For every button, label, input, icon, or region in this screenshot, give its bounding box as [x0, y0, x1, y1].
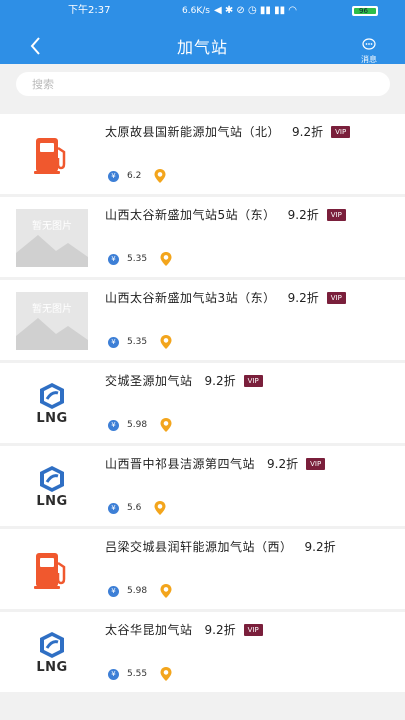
discount-label: 9.2折: [287, 208, 319, 222]
page-title: 加气站: [176, 38, 228, 57]
station-name: 交城圣源加气站: [105, 374, 193, 388]
search-bar: [0, 64, 405, 106]
station-info: 太谷华昆加气站 9.2折 VIP: [105, 621, 397, 639]
price-row: ¥5.55: [108, 666, 173, 682]
fuel-pump-icon: [34, 553, 66, 589]
vip-badge: VIP: [331, 126, 351, 138]
discount-label: 9.2折: [204, 374, 236, 388]
discount-label: 9.2折: [204, 623, 236, 637]
no-image-text: 暂无图片: [32, 221, 72, 232]
station-info: 太原故县国新能源加气站（北） 9.2折 VIP: [105, 123, 397, 141]
station-info: 交城圣源加气站 9.2折 VIP: [105, 372, 397, 390]
vip-badge: VIP: [326, 292, 346, 304]
message-button[interactable]: 消息: [354, 36, 384, 64]
discount-label: 9.2折: [304, 540, 336, 554]
vip-badge: VIP: [243, 375, 263, 387]
station-price: 5.6: [127, 503, 142, 513]
location-pin-icon[interactable]: [159, 666, 173, 682]
status-icons: ◀ ✱ ⊘ ◷ ▮▮ ▮▮ ◠: [214, 5, 297, 16]
yen-icon: ¥: [108, 336, 119, 348]
search-input[interactable]: [16, 72, 390, 96]
location-pin-icon[interactable]: [159, 334, 173, 350]
station-info: 山西晋中祁县洁源第四气站 9.2折 VIP: [105, 455, 397, 473]
station-price: 5.55: [127, 669, 148, 679]
lng-logo-icon: [40, 632, 64, 658]
station-name: 太谷华昆加气站: [105, 623, 193, 637]
yen-icon: ¥: [108, 253, 119, 265]
station-list-item[interactable]: 太原故县国新能源加气站（北） 9.2折 VIP ¥6.2: [0, 114, 405, 194]
station-list-item[interactable]: LNG 太谷华昆加气站 9.2折 VIP ¥5.55: [0, 612, 405, 692]
location-pin-icon[interactable]: [159, 583, 173, 599]
vip-badge: VIP: [306, 458, 326, 470]
station-info: 山西太谷新盛加气站5站（东） 9.2折 VIP: [105, 206, 397, 224]
fuel-pump-icon: [34, 138, 66, 174]
vip-badge: VIP: [243, 624, 263, 636]
station-price: 6.2: [127, 171, 142, 181]
chat-bubble-icon: [362, 38, 376, 50]
battery-icon: 96: [352, 6, 378, 16]
discount-label: 9.2折: [292, 125, 324, 139]
station-list-item[interactable]: LNG 交城圣源加气站 9.2折 VIP ¥5.98: [0, 363, 405, 443]
station-list: 太原故县国新能源加气站（北） 9.2折 VIP ¥6.2 暂无图片 山西太谷新盛加气站5站…: [0, 114, 405, 695]
battery-level: 96: [359, 7, 368, 15]
station-info: 山西太谷新盛加气站3站（东） 9.2折 VIP: [105, 289, 397, 307]
station-thumbnail: 暂无图片: [16, 292, 88, 350]
price-row: ¥5.35: [108, 251, 173, 267]
status-time: 下午2:37: [68, 5, 111, 16]
lng-label: LNG: [36, 494, 68, 509]
price-row: ¥6.2: [108, 168, 167, 184]
station-name: 吕梁交城县润轩能源加气站（西）: [105, 540, 293, 554]
station-thumbnail: LNG: [16, 375, 88, 433]
lng-label: LNG: [36, 411, 68, 426]
station-price: 5.35: [127, 254, 148, 264]
station-list-item[interactable]: 暂无图片 山西太谷新盛加气站3站（东） 9.2折 VIP ¥5.35: [0, 280, 405, 360]
yen-icon: ¥: [108, 668, 119, 680]
station-price: 5.98: [127, 586, 148, 596]
yen-icon: ¥: [108, 170, 119, 182]
station-list-item[interactable]: 暂无图片 山西太谷新盛加气站5站（东） 9.2折 VIP ¥5.35: [0, 197, 405, 277]
status-bar: 下午2:37 6.6K/s ◀ ✱ ⊘ ◷ ▮▮ ▮▮ ◠ 96: [0, 0, 405, 22]
lng-logo-icon: [40, 466, 64, 492]
station-price: 5.35: [127, 337, 148, 347]
station-list-item[interactable]: 吕梁交城县润轩能源加气站（西） 9.2折 ¥5.98: [0, 529, 405, 609]
discount-label: 9.2折: [267, 457, 299, 471]
vip-badge: VIP: [326, 209, 346, 221]
station-thumbnail: LNG: [16, 458, 88, 516]
price-row: ¥5.98: [108, 417, 173, 433]
location-pin-icon[interactable]: [159, 251, 173, 267]
yen-icon: ¥: [108, 419, 119, 431]
no-image-text: 暂无图片: [32, 304, 72, 315]
station-name: 山西晋中祁县洁源第四气站: [105, 457, 256, 471]
station-name: 山西太谷新盛加气站3站（东）: [105, 291, 276, 305]
lng-logo-icon: [40, 383, 64, 409]
location-pin-icon[interactable]: [153, 168, 167, 184]
station-thumbnail: LNG: [16, 624, 88, 682]
price-row: ¥5.35: [108, 334, 173, 350]
price-row: ¥5.98: [108, 583, 173, 599]
price-row: ¥5.6: [108, 500, 167, 516]
station-thumbnail: [16, 126, 88, 184]
station-name: 太原故县国新能源加气站（北）: [105, 125, 281, 139]
station-info: 吕梁交城县润轩能源加气站（西） 9.2折: [105, 538, 397, 556]
yen-icon: ¥: [108, 502, 119, 514]
station-thumbnail: [16, 541, 88, 599]
station-name: 山西太谷新盛加气站5站（东）: [105, 208, 276, 222]
location-pin-icon[interactable]: [153, 500, 167, 516]
location-pin-icon[interactable]: [159, 417, 173, 433]
network-speed: 6.6K/s: [182, 6, 210, 16]
app-header: 下午2:37 6.6K/s ◀ ✱ ⊘ ◷ ▮▮ ▮▮ ◠ 96 加气站 消息: [0, 0, 405, 64]
station-thumbnail: 暂无图片: [16, 209, 88, 267]
lng-label: LNG: [36, 660, 68, 675]
station-list-item[interactable]: LNG 山西晋中祁县洁源第四气站 9.2折 VIP ¥5.6: [0, 446, 405, 526]
yen-icon: ¥: [108, 585, 119, 597]
station-price: 5.98: [127, 420, 148, 430]
discount-label: 9.2折: [287, 291, 319, 305]
